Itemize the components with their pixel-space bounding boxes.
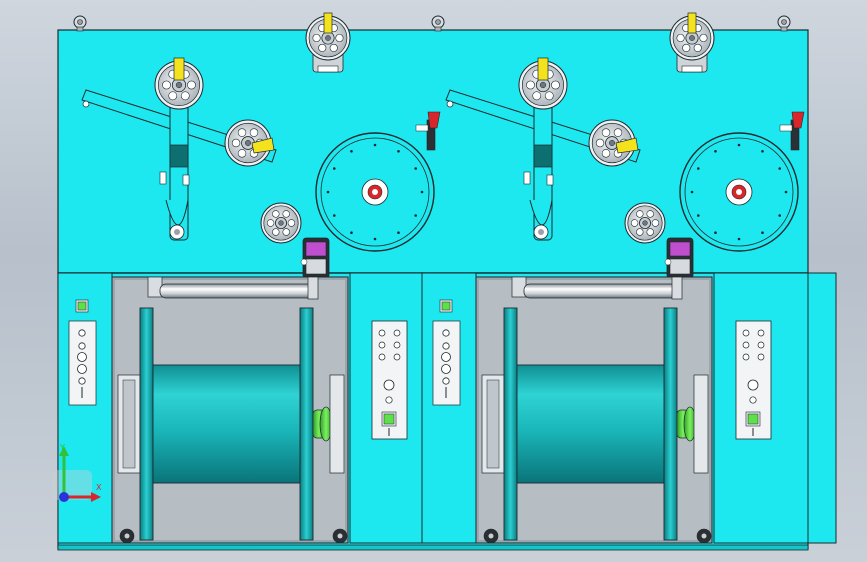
panel-button	[757, 341, 765, 349]
drum-flange-right	[299, 307, 314, 541]
y-axis-label: Y	[59, 443, 65, 452]
top-guide-pulley	[305, 12, 351, 73]
cad-viewport[interactable]: Y X	[0, 0, 867, 562]
panel-button	[393, 341, 401, 349]
lifting-eye-bolt	[73, 15, 87, 32]
panel-button	[757, 329, 765, 337]
drive-motor	[300, 237, 330, 279]
yellow-guard	[323, 12, 333, 34]
machine-drawing[interactable]: Y X	[0, 0, 867, 562]
panel-button	[78, 377, 86, 385]
drum-flange-left	[139, 307, 154, 541]
start-lamp	[383, 413, 395, 425]
panel-button	[393, 329, 401, 337]
motor-terminal-box	[669, 241, 691, 257]
dancer-damper	[533, 144, 553, 168]
panel-button	[442, 342, 450, 350]
drum-bearing	[329, 374, 345, 474]
large-takeup-disc	[315, 132, 435, 252]
panel-button	[77, 352, 87, 362]
yellow-guard	[173, 57, 185, 81]
panel-button	[78, 329, 86, 337]
yellow-guard	[537, 57, 549, 81]
panel-button	[441, 364, 451, 374]
main-control-panel	[713, 272, 837, 544]
idler-pulley	[260, 202, 302, 244]
drive-motor	[664, 237, 694, 279]
drum-flange-left	[503, 307, 518, 541]
start-lamp	[747, 413, 759, 425]
drum-barrel	[516, 364, 665, 484]
panel-button	[78, 342, 86, 350]
panel-button	[385, 396, 393, 404]
panel-button	[742, 353, 750, 361]
drum-bearing	[693, 374, 709, 474]
indicator-lamp	[77, 301, 87, 311]
lifting-eye-bolt	[777, 15, 791, 32]
panel-button	[393, 353, 401, 361]
lifting-eye-bolt	[431, 15, 445, 32]
large-takeup-disc	[679, 132, 799, 252]
right-pillar	[713, 272, 837, 544]
motor-terminal-box	[305, 241, 327, 257]
panel-knob	[747, 379, 759, 391]
drum-flange-right	[663, 307, 678, 541]
x-axis-label: X	[96, 483, 102, 492]
panel-button	[749, 396, 757, 404]
panel-button	[441, 352, 451, 362]
caster-wheel	[483, 528, 499, 544]
panel-knob	[383, 379, 395, 391]
panel-button	[742, 329, 750, 337]
panel-button	[77, 364, 87, 374]
left-pillar	[57, 272, 113, 544]
idler-pulley	[624, 202, 666, 244]
panel-button	[378, 353, 386, 361]
dancer-damper	[169, 144, 189, 168]
panel-button	[378, 329, 386, 337]
origin-marker	[59, 492, 69, 502]
panel-button	[442, 377, 450, 385]
caster-wheel	[696, 528, 712, 544]
caster-wheel	[332, 528, 348, 544]
caster-wheel	[119, 528, 135, 544]
drum-barrel	[152, 364, 301, 484]
panel-button	[378, 341, 386, 349]
panel-button	[757, 353, 765, 361]
panel-button	[742, 341, 750, 349]
panel-button	[442, 329, 450, 337]
indicator-lamp	[441, 301, 451, 311]
left-pillar	[421, 272, 477, 544]
yellow-guard	[687, 12, 697, 34]
